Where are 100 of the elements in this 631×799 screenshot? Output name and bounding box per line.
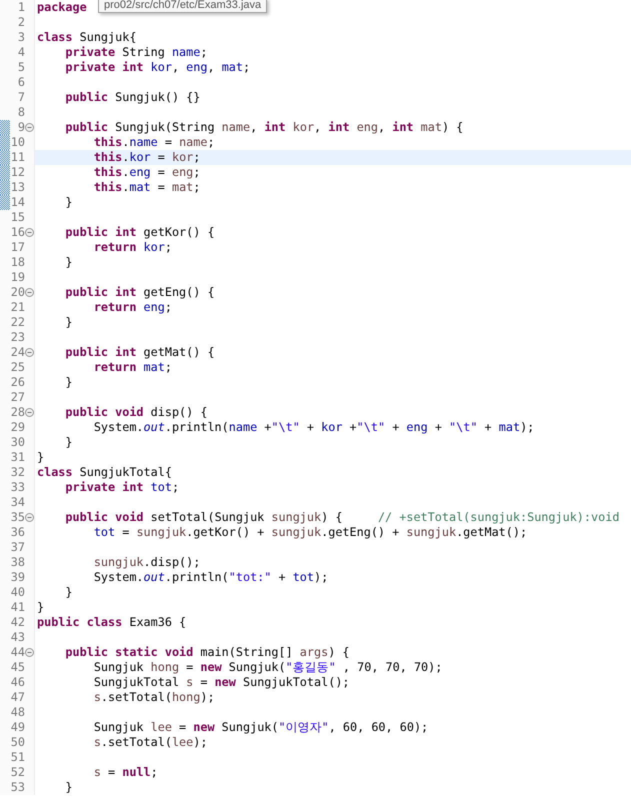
code-line: System.out.println("tot:" + tot); <box>94 570 328 584</box>
code-line: public Sungjuk() {} <box>65 90 200 104</box>
line-number: 26 <box>10 375 25 390</box>
line-number: 29 <box>10 420 25 435</box>
line-number: 28 <box>10 405 25 420</box>
code-line: Sungjuk lee = new Sungjuk("이영자", 60, 60, 60); <box>94 720 428 734</box>
code-line: } <box>65 585 73 599</box>
code-line: return eng; <box>94 300 172 314</box>
code-line: class Sungjuk{ <box>37 30 136 44</box>
line-number: 9 <box>16 120 25 135</box>
line-number: 34 <box>10 495 25 510</box>
code-line: public void disp() { <box>65 405 208 419</box>
line-number: 38 <box>10 555 25 570</box>
collapse-icon[interactable] <box>25 513 34 522</box>
line-number: 41 <box>10 600 25 615</box>
line-number: 22 <box>10 315 25 330</box>
line-number: 33 <box>10 480 25 495</box>
code-line: public int getEng() { <box>65 285 215 299</box>
code-line: s = null; <box>94 765 158 779</box>
code-line: public class Exam36 { <box>37 615 186 629</box>
line-number: 47 <box>10 690 25 705</box>
collapse-icon[interactable] <box>25 288 34 297</box>
line-number: 17 <box>10 240 25 255</box>
code-line: } <box>65 435 73 449</box>
code-line: private int tot; <box>65 480 180 494</box>
code-line: private int kor, eng, mat; <box>65 60 250 74</box>
line-number: 32 <box>10 465 25 480</box>
code-line: this.mat = mat; <box>94 180 200 194</box>
code-line: this.eng = eng; <box>94 165 200 179</box>
line-number: 31 <box>10 450 25 465</box>
collapse-icon[interactable] <box>25 348 34 357</box>
code-line: public Sungjuk(String name, int kor, int eng, int mat) { <box>65 120 464 134</box>
line-number: 18 <box>10 255 25 270</box>
line-number: 45 <box>10 660 25 675</box>
line-number: 15 <box>10 210 25 225</box>
line-number: 40 <box>10 585 25 600</box>
line-number: 39 <box>10 570 25 585</box>
code-line: Sungjuk hong = new Sungjuk("홍길동" , 70, 70, 70); <box>94 660 442 674</box>
code-line: } <box>65 315 73 329</box>
code-line: s.setTotal(lee); <box>94 735 208 749</box>
line-number: 8 <box>16 105 25 120</box>
code-line: return kor; <box>94 240 172 254</box>
line-number: 5 <box>16 60 25 75</box>
line-number: 48 <box>10 705 25 720</box>
line-number: 23 <box>10 330 25 345</box>
code-line: public void setTotal(Sungjuk sungjuk) { // +setTotal(sungjuk:Sungjuk):void <box>65 510 620 524</box>
code-line: } <box>65 375 73 389</box>
code-line: } <box>65 195 73 209</box>
code-line: public static void main(String[] args) { <box>65 645 350 659</box>
line-number: 24 <box>10 345 25 360</box>
line-number: 36 <box>10 525 25 540</box>
collapse-icon[interactable] <box>25 648 34 657</box>
code-line: public int getKor() { <box>65 225 215 239</box>
line-number: 4 <box>16 45 25 60</box>
line-number: 10 <box>10 135 25 150</box>
code-line: System.out.println(name +"\t" + kor +"\t" + eng + "\t" + mat); <box>94 420 534 434</box>
line-number: 42 <box>10 615 25 630</box>
line-number: 12 <box>10 165 25 180</box>
code-line: package <box>37 0 87 14</box>
collapse-icon[interactable] <box>25 123 34 132</box>
code-line: class SungjukTotal{ <box>37 465 172 479</box>
line-number: 51 <box>10 750 25 765</box>
line-number: 35 <box>10 510 25 525</box>
line-number: 25 <box>10 360 25 375</box>
line-number: 37 <box>10 540 25 555</box>
line-number: 27 <box>10 390 25 405</box>
collapse-icon[interactable] <box>25 408 34 417</box>
code-line: return mat; <box>94 360 172 374</box>
code-line: } <box>37 600 44 614</box>
code-line: } <box>65 780 73 794</box>
line-number: 7 <box>16 90 25 105</box>
file-path-tooltip: pro02/src/ch07/etc/Exam33.java <box>98 0 268 13</box>
line-number: 50 <box>10 735 25 750</box>
code-line: tot = sungjuk.getKor() + sungjuk.getEng() + sungjuk.getMat(); <box>94 525 528 539</box>
line-number: 2 <box>16 15 25 30</box>
collapse-icon[interactable] <box>25 228 34 237</box>
line-number: 49 <box>10 720 25 735</box>
code-line: s.setTotal(hong); <box>94 690 215 704</box>
line-number: 14 <box>10 195 25 210</box>
code-line: this.kor = kor; <box>94 150 200 164</box>
code-line: SungjukTotal s = new SungjukTotal(); <box>94 675 350 689</box>
line-number: 19 <box>10 270 25 285</box>
line-number: 52 <box>10 765 25 780</box>
line-number: 43 <box>10 630 25 645</box>
line-number: 3 <box>16 30 25 45</box>
line-number: 46 <box>10 675 25 690</box>
code-line: } <box>37 450 44 464</box>
code-line: sungjuk.disp(); <box>94 555 200 569</box>
line-number: 30 <box>10 435 25 450</box>
line-number: 11 <box>10 150 25 165</box>
code-line: private String name; <box>65 45 208 59</box>
line-number: 6 <box>16 75 25 90</box>
line-number: 21 <box>10 300 25 315</box>
code-line: } <box>65 255 73 269</box>
code-line: this.name = name; <box>94 135 215 149</box>
line-number: 16 <box>10 225 25 240</box>
line-number: 1 <box>16 0 25 15</box>
line-number: 44 <box>10 645 25 660</box>
line-number: 13 <box>10 180 25 195</box>
line-number: 20 <box>10 285 25 300</box>
